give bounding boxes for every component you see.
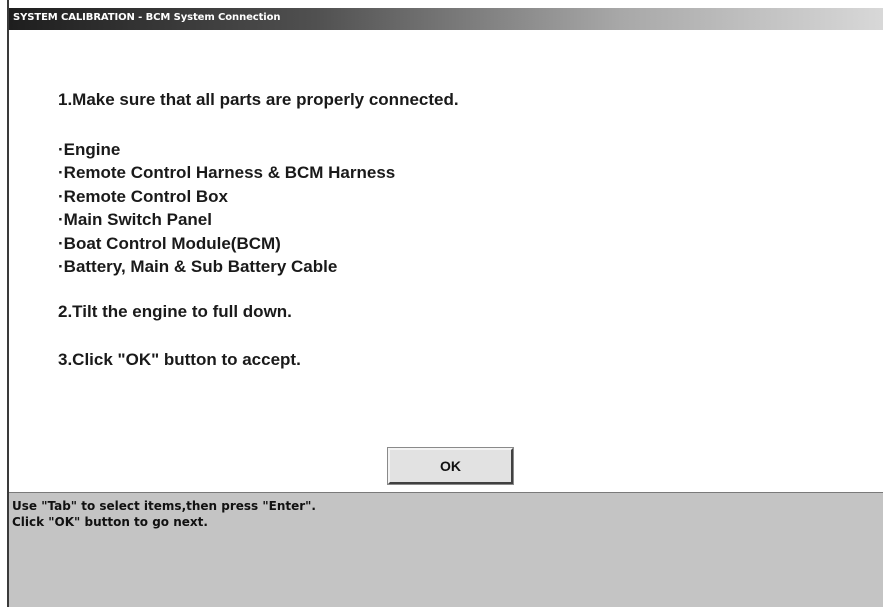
status-panel: Use "Tab" to select items,then press "En… bbox=[9, 492, 883, 607]
status-hint-line-2: Click "OK" button to go next. bbox=[12, 515, 208, 529]
parts-list: ·Engine ·Remote Control Harness & BCM Ha… bbox=[58, 138, 395, 278]
part-item-engine: ·Engine bbox=[58, 140, 121, 159]
step-1-text: 1.Make sure that all parts are properly … bbox=[58, 90, 459, 109]
left-margin bbox=[0, 0, 7, 607]
calibration-window: SYSTEM CALIBRATION - BCM System Connecti… bbox=[0, 0, 883, 607]
step-3-text: 3.Click "OK" button to accept. bbox=[58, 350, 301, 369]
part-item-bcm: ·Boat Control Module(BCM) bbox=[58, 233, 281, 253]
step-2-text: 2.Tilt the engine to full down. bbox=[58, 302, 292, 321]
part-item-remote-control-box: ·Remote Control Box bbox=[58, 186, 228, 206]
instructions-panel: 1.Make sure that all parts are properly … bbox=[9, 30, 883, 492]
part-item-harness: ·Remote Control Harness & BCM Harness bbox=[58, 163, 396, 183]
part-item-main-switch-panel: ·Main Switch Panel bbox=[58, 210, 212, 230]
ok-button[interactable]: OK bbox=[387, 447, 514, 485]
part-item-battery-cable: ·Battery, Main & Sub Battery Cable bbox=[58, 257, 338, 277]
status-hint-line-1: Use "Tab" to select items,then press "En… bbox=[12, 499, 316, 513]
title-bar: SYSTEM CALIBRATION - BCM System Connecti… bbox=[9, 8, 883, 30]
window-title: SYSTEM CALIBRATION - BCM System Connecti… bbox=[13, 12, 281, 23]
